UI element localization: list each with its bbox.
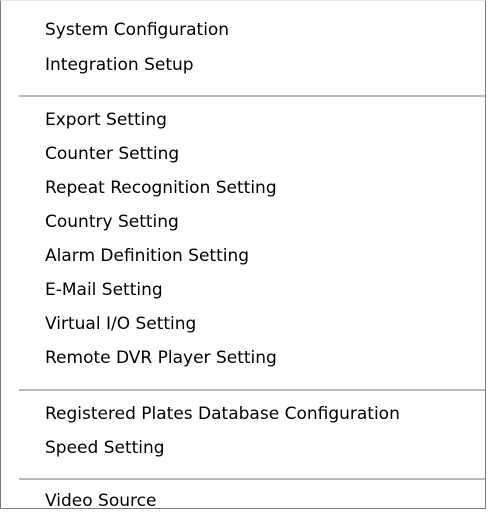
menu-item-counter-setting[interactable]: Counter Setting bbox=[45, 139, 179, 169]
menu-item-country-setting[interactable]: Country Setting bbox=[45, 207, 179, 237]
menu-item-video-source[interactable]: Video Source bbox=[45, 486, 156, 516]
menu-item-export-setting[interactable]: Export Setting bbox=[45, 105, 167, 135]
menu-item-system-configuration[interactable]: System Configuration bbox=[45, 15, 229, 45]
context-menu: System Configuration Integration Setup E… bbox=[0, 0, 486, 511]
menu-item-speed-setting[interactable]: Speed Setting bbox=[45, 433, 165, 463]
menu-item-registered-plates-database-configuration[interactable]: Registered Plates Database Configuration bbox=[45, 399, 400, 429]
menu-item-remote-dvr-player-setting[interactable]: Remote DVR Player Setting bbox=[45, 343, 277, 373]
menu-item-virtual-io-setting[interactable]: Virtual I/O Setting bbox=[45, 309, 196, 339]
menu-item-email-setting[interactable]: E-Mail Setting bbox=[45, 275, 163, 305]
menu-separator bbox=[19, 478, 485, 481]
menu-item-repeat-recognition-setting[interactable]: Repeat Recognition Setting bbox=[45, 173, 277, 203]
menu-separator bbox=[19, 389, 485, 392]
menu-item-integration-setup[interactable]: Integration Setup bbox=[45, 50, 194, 80]
menu-item-alarm-definition-setting[interactable]: Alarm Definition Setting bbox=[45, 241, 249, 271]
menu-separator bbox=[19, 95, 485, 98]
